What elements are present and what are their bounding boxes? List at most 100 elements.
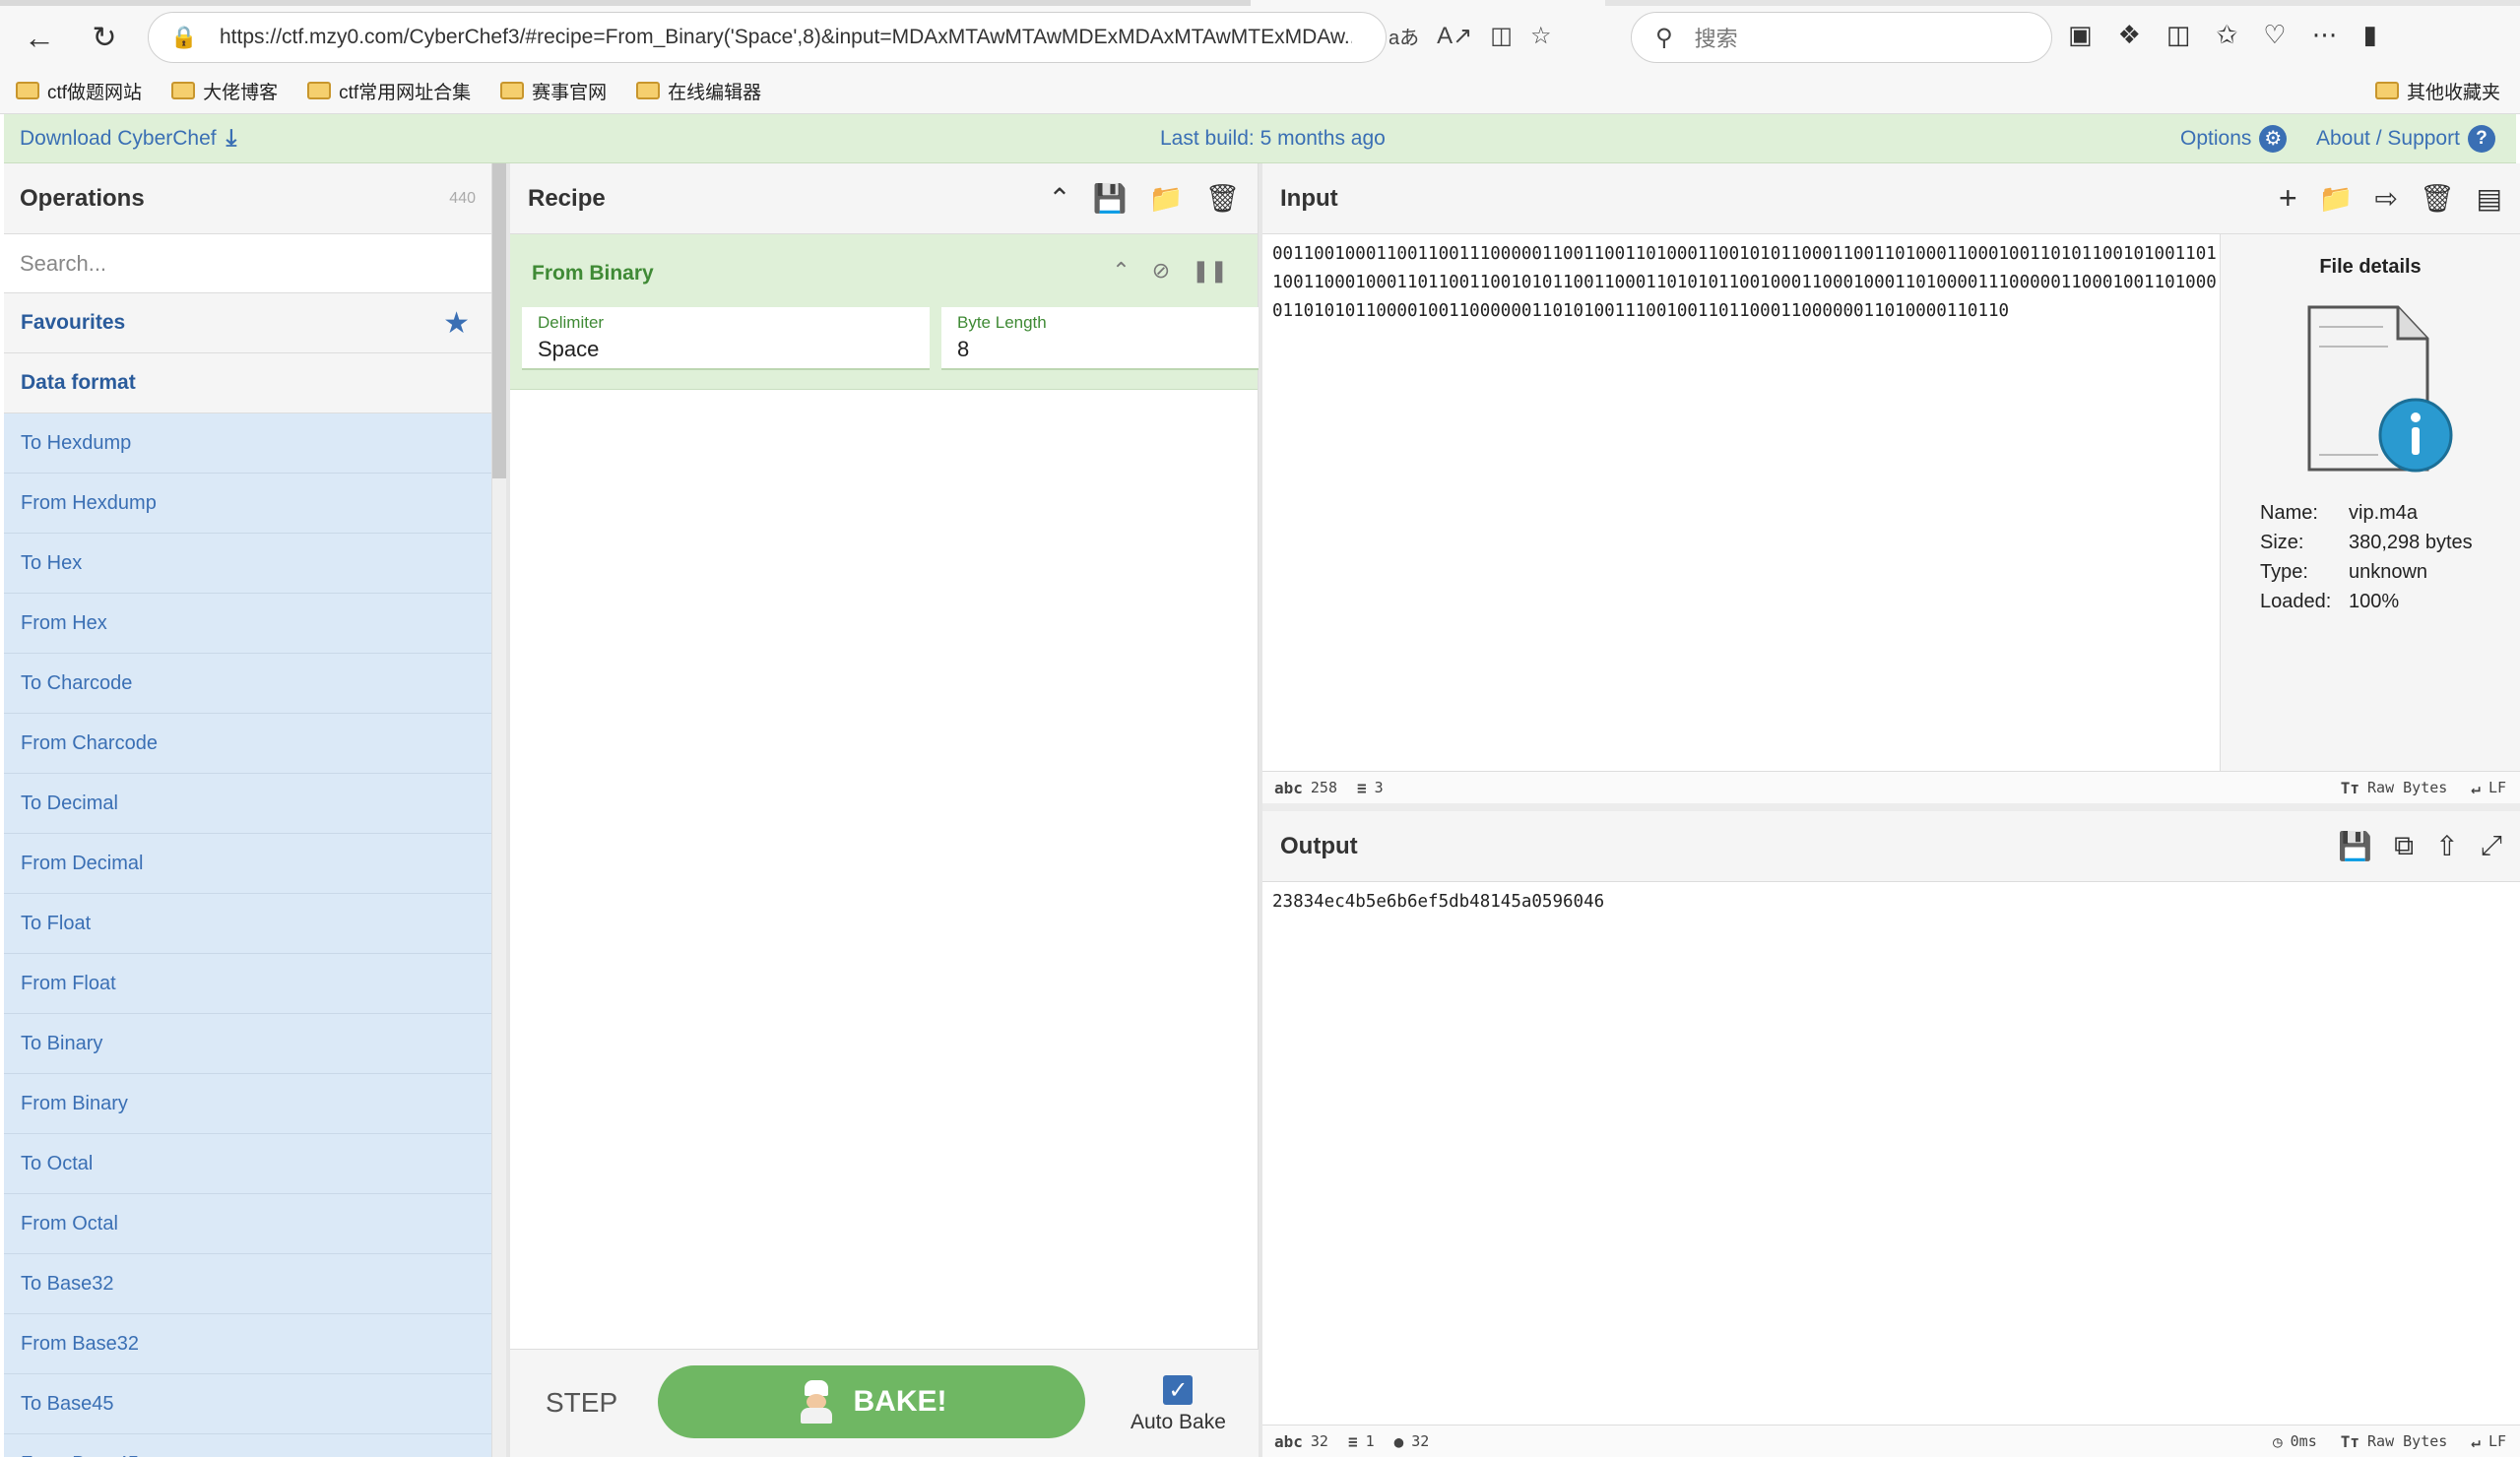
operation-item[interactable]: From Hex [4,594,491,654]
operation-item[interactable]: From Float [4,954,491,1014]
tab-strip-secondary [1605,0,2520,6]
output-panel: Output 💾 ⧉ ⇧ ⤢ 23834ec4b5e6b6ef5db48145a… [1262,811,2520,1457]
operation-item[interactable]: From Binary [4,1074,491,1134]
operations-header: Operations 440 [4,163,491,234]
input-line-count: ≡ 3 [1357,778,1384,797]
lines-icon: ≡ [1357,778,1367,797]
output-position: ● 32 [1393,1431,1430,1451]
favorite-star-icon[interactable]: ☆ [1530,22,1552,50]
operation-item[interactable]: To Base45 [4,1374,491,1434]
step-button[interactable]: STEP [546,1387,617,1419]
folder-icon [307,82,332,99]
output-char-count: abc 32 [1274,1431,1328,1451]
save-output-icon[interactable]: 💾 [2338,830,2372,862]
bookmark-folder[interactable]: 赛事官网 [500,78,607,104]
bookmark-folder[interactable]: ctf做题网站 [16,78,142,104]
chevron-up-icon[interactable]: ⌃ [1112,258,1130,284]
output-text[interactable]: 23834ec4b5e6b6ef5db48145a0596046 [1272,892,1604,912]
other-bookmarks[interactable]: 其他收藏夹 [2374,69,2500,112]
operation-item[interactable]: To Decimal [4,774,491,834]
browser-chrome: ← ↻ 🔒 https://ctf.mzy0.com/CyberChef3/#r… [0,0,2520,114]
load-recipe-folder-icon[interactable]: 📁 [1149,182,1184,215]
replace-input-icon[interactable]: ⇧ [2435,830,2458,862]
read-aloud-icon[interactable]: A↗ [1437,22,1472,50]
folder-icon [16,82,39,99]
sidebar-toggle-icon[interactable]: ▮ [2363,20,2377,50]
operation-item[interactable]: To Octal [4,1134,491,1194]
operation-item[interactable]: To Hexdump [4,413,491,474]
back-arrow-icon[interactable]: ← [18,16,61,59]
operation-item[interactable]: From Base32 [4,1314,491,1374]
options-button[interactable]: Options ⚙ [2180,124,2288,153]
gear-icon: ⚙ [2259,124,2288,153]
about-support-button[interactable]: About / Support ? [2316,124,2495,153]
text-encoding-icon: Tт [2340,1431,2360,1451]
operation-item[interactable]: To Binary [4,1014,491,1074]
recipe-operation[interactable]: From Binary ⌃ ⊘ ❚❚ Delimiter Space Byte … [510,234,1349,390]
bookmark-folder[interactable]: 大佬博客 [171,78,278,104]
address-bar[interactable]: 🔒 https://ctf.mzy0.com/CyberChef3/#recip… [148,12,1387,63]
address-bar-icon-group: aあ A↗ ◫ ☆ [1389,22,1551,50]
chevron-up-icon[interactable]: ⌃ [1048,182,1070,215]
browser-essentials-icon[interactable]: ♡ [2263,20,2286,50]
operation-item[interactable]: From Octal [4,1194,491,1254]
maximize-icon[interactable]: ⤢ [2481,830,2502,862]
copy-output-icon[interactable]: ⧉ [2394,830,2414,862]
folder-icon [636,82,661,99]
delimiter-field[interactable]: Delimiter Space [522,307,930,370]
split-screen-icon[interactable]: ◫ [2166,20,2191,50]
operation-item[interactable]: From Base45 [4,1434,491,1457]
checkmark-icon: ✓ [1163,1375,1194,1405]
favorites-list-icon[interactable]: ✩ [2216,20,2237,50]
output-eol-selector[interactable]: ↵ LF [2471,1432,2506,1451]
operations-scrollbar-thumb[interactable] [492,163,506,478]
operations-panel: Operations 440 Search... Favourites ★ Da… [4,163,492,1457]
operation-item[interactable]: From Charcode [4,714,491,774]
disable-operation-icon[interactable]: ⊘ [1152,258,1170,284]
more-menu-icon[interactable]: ⋯ [2312,20,2338,50]
output-encoding-selector[interactable]: Tт Raw Bytes [2341,1432,2448,1451]
reload-icon[interactable]: ↻ [83,16,126,59]
operation-item[interactable]: To Hex [4,534,491,594]
add-tab-icon[interactable]: + [2279,180,2297,217]
operation-item[interactable]: To Base32 [4,1254,491,1314]
bookmark-folder[interactable]: 在线编辑器 [636,78,761,104]
input-encoding-selector[interactable]: Tт Raw Bytes [2341,779,2448,797]
translate-icon[interactable]: aあ [1389,22,1419,50]
search-icon: ⚲ [1655,24,1673,51]
category-data-format[interactable]: Data format [4,353,491,413]
operations-search-input[interactable]: Search... [4,234,491,293]
category-favourites[interactable]: Favourites ★ [4,293,491,353]
bake-time: ◷ 0ms [2273,1431,2317,1451]
auto-bake-checkbox[interactable]: ✓ Auto Bake [1131,1375,1226,1434]
io-resize-gutter[interactable] [1262,803,2520,811]
open-folder-icon[interactable]: 📁 [2319,182,2354,215]
input-textarea[interactable]: 0011001000110011001110000011001100110100… [1272,240,2218,326]
output-line-count: ≡ 1 [1347,1431,1375,1451]
file-type-row: Type: unknown [2260,561,2428,583]
bake-button[interactable]: BAKE! [658,1365,1085,1438]
immersive-reader-icon[interactable]: ◫ [1490,22,1513,50]
chef-icon [797,1380,836,1424]
url-text: https://ctf.mzy0.com/CyberChef3/#recipe=… [220,26,1352,48]
download-cyberchef-link[interactable]: Download CyberChef ⤓ [20,125,236,153]
operations-count: 440 [449,189,476,207]
open-file-icon[interactable]: ⇨ [2375,182,2398,215]
pause-icon[interactable]: ❚❚ [1192,258,1228,284]
text-encoding-icon: Tт [2340,778,2360,797]
lock-icon: 🔒 [170,25,198,49]
bookmark-folder[interactable]: ctf常用网址合集 [307,78,471,104]
operation-item[interactable]: From Hexdump [4,474,491,534]
clear-input-trash-icon[interactable]: 🗑 [2420,182,2455,215]
extension-badge-icon[interactable]: ▣ [2068,20,2093,50]
operation-item[interactable]: To Charcode [4,654,491,714]
browser-search-box[interactable]: ⚲ 搜索 [1631,12,2052,63]
clear-recipe-trash-icon[interactable]: 🗑 [1204,182,1240,215]
layout-icon[interactable]: ▤ [2477,182,2502,215]
input-title: Input [1280,184,1338,212]
operation-item[interactable]: To Float [4,894,491,954]
input-eol-selector[interactable]: ↵ LF [2471,779,2506,797]
save-recipe-icon[interactable]: 💾 [1093,182,1128,215]
extensions-puzzle-icon[interactable]: ❖ [2118,20,2141,50]
operation-item[interactable]: From Decimal [4,834,491,894]
